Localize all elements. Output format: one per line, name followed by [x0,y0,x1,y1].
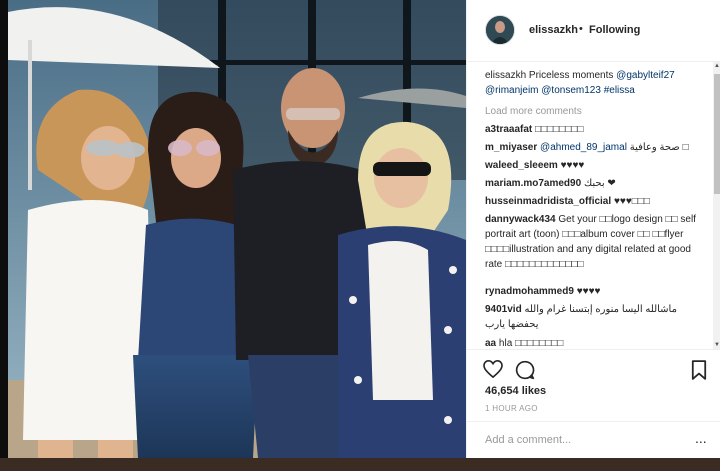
add-comment-section: ... [467,421,720,458]
comment-item: aa hla □□□□□□□□ [485,336,710,349]
caption: elissazkh Priceless moments @gabylteif27… [485,68,710,98]
comments-scrollbar[interactable]: ▲ ▼ [713,62,720,349]
comment-username[interactable]: husseinmadridista_official [485,196,611,207]
comment-text: □□□□□□□□ [535,124,584,135]
mention-link[interactable]: @gabylteif27 [616,70,675,81]
comment-text: بحبك ❤ [583,178,616,189]
comment-item: waleed_sleeem ♥♥♥♥ [485,158,710,173]
bookmark-icon[interactable] [691,360,707,385]
scrollbar-thumb[interactable] [714,74,720,194]
comment-text: ♥♥♥♥ [560,160,585,171]
more-options-icon[interactable]: ... [695,430,707,446]
header-separator: • [579,23,583,35]
comment-item: m_miyaser @ahmed_89_jamal صحة وعافية □ [485,140,710,155]
scroll-down-arrow-icon[interactable]: ▼ [713,341,720,349]
post-time[interactable]: 1 HOUR AGO [485,404,538,413]
comment-username[interactable]: m_miyaser [485,142,537,153]
post-sidebar: elissazkh • Following elissazkh Priceles… [466,0,720,458]
comment-item: mariam.mo7amed90 بحبك ❤ [485,176,710,191]
post-header: elissazkh • Following [467,0,720,62]
heart-icon[interactable] [483,359,503,383]
hashtag-link[interactable]: #elissa [604,85,635,96]
comment-username[interactable]: 9401vid [485,304,522,315]
mention-link[interactable]: @tonsem123 [541,85,601,96]
comment-text: ♥♥♥□□□ [613,196,650,207]
comment-username[interactable]: aa [485,338,496,349]
comment-item: 9401vid ماشالله اليسا منوره إبتسنا غرام … [485,302,710,332]
comment-text: hla □□□□□□□□ [498,338,564,349]
comment-text-tail: □ [682,142,689,153]
comments-list: elissazkh Priceless moments @gabylteif27… [467,62,713,349]
profile-avatar[interactable] [485,15,515,45]
comment-username[interactable]: rynadmohammed9 [485,286,574,297]
mention-link[interactable]: @rimanjeim [485,85,539,96]
background-strip [0,458,720,471]
caption-username[interactable]: elissazkh [485,70,526,81]
mention-link[interactable]: @ahmed_89_jamal [540,142,627,153]
likes-count[interactable]: 46,654 likes [485,385,546,397]
instagram-post: elissazkh • Following elissazkh Priceles… [8,0,720,458]
comment-username[interactable]: waleed_sleeem [485,160,558,171]
comment-item: a3traaafat □□□□□□□□ [485,122,710,137]
comment-item: husseinmadridista_official ♥♥♥□□□ [485,194,710,209]
caption-text: Priceless moments [528,70,614,81]
group-photo-illustration [8,0,466,458]
comment-username[interactable]: mariam.mo7amed90 [485,178,581,189]
add-comment-input[interactable] [485,432,685,448]
following-button[interactable]: Following [589,24,640,36]
load-more-comments-button[interactable]: Load more comments [485,104,710,119]
comment-text: ♥♥♥♥ [576,286,601,297]
avatar-image [486,16,514,44]
comment-item: dannywack434 Get your □□logo design □□ s… [485,212,710,272]
comment-username[interactable]: a3traaafat [485,124,532,135]
comment-icon[interactable] [515,360,535,385]
header-username[interactable]: elissazkh [529,24,578,36]
comment-username[interactable]: dannywack434 [485,214,556,225]
post-photo[interactable] [8,0,466,458]
scroll-up-arrow-icon[interactable]: ▲ [713,62,720,70]
post-actions: 46,654 likes 1 HOUR AGO [467,349,720,421]
comment-text: صحة وعافية [629,142,680,153]
comment-item: rynadmohammed9 ♥♥♥♥ [485,284,710,299]
